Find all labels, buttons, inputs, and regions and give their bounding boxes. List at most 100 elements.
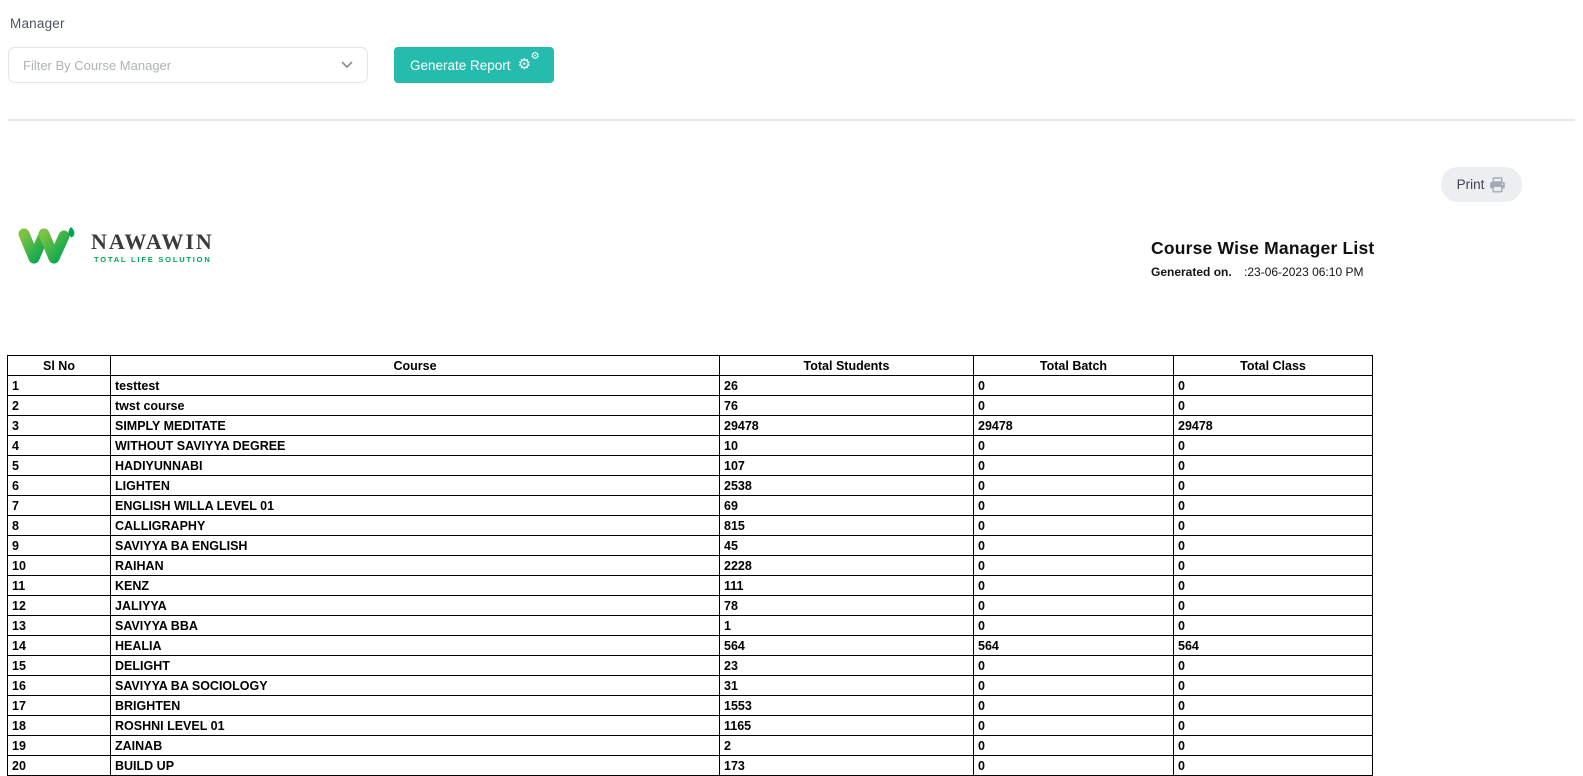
table-cell: CALLIGRAPHY: [111, 516, 720, 536]
nawawin-logo-icon: [17, 224, 81, 268]
table-row: 17BRIGHTEN155300: [8, 696, 1373, 716]
table-cell: 0: [974, 516, 1174, 536]
table-cell: 0: [1174, 696, 1373, 716]
table-cell: 4: [8, 436, 111, 456]
section-divider: [8, 119, 1575, 121]
table-cell: 17: [8, 696, 111, 716]
table-cell: 2: [8, 396, 111, 416]
table-cell: JALIYYA: [111, 596, 720, 616]
table-cell: 564: [720, 636, 974, 656]
table-cell: 173: [720, 756, 974, 776]
table-cell: 15: [8, 656, 111, 676]
table-cell: 2: [720, 736, 974, 756]
table-cell: 13: [8, 616, 111, 636]
table-cell: 0: [1174, 656, 1373, 676]
table-cell: 0: [974, 436, 1174, 456]
table-cell: 0: [974, 476, 1174, 496]
table-cell: LIGHTEN: [111, 476, 720, 496]
table-cell: 0: [974, 756, 1174, 776]
logo-tagline: TOTAL LIFE SOLUTION: [91, 255, 214, 264]
table-row: 20BUILD UP17300: [8, 756, 1373, 776]
table-cell: 3: [8, 416, 111, 436]
column-header-slno: Sl No: [8, 356, 111, 376]
table-row: 9SAVIYYA BA ENGLISH4500: [8, 536, 1373, 556]
table-row: 4WITHOUT SAVIYYA DEGREE1000: [8, 436, 1373, 456]
table-cell: 0: [1174, 616, 1373, 636]
table-cell: 1553: [720, 696, 974, 716]
logo-name: NAWAWIN: [91, 231, 214, 253]
table-header-row: Sl No Course Total Students Total Batch …: [8, 356, 1373, 376]
table-cell: twst course: [111, 396, 720, 416]
table-cell: 2538: [720, 476, 974, 496]
manager-filter-label: Manager: [10, 16, 65, 31]
table-cell: 107: [720, 456, 974, 476]
generated-on-line: Generated on. :23-06-2023 06:10 PM: [1151, 265, 1411, 279]
table-cell: 0: [974, 696, 1174, 716]
table-cell: 12: [8, 596, 111, 616]
table-cell: 7: [8, 496, 111, 516]
table-cell: KENZ: [111, 576, 720, 596]
table-cell: 0: [974, 676, 1174, 696]
table-cell: 11: [8, 576, 111, 596]
table-cell: 0: [974, 496, 1174, 516]
nawawin-logo: NAWAWIN TOTAL LIFE SOLUTION: [17, 224, 214, 268]
table-row: 13SAVIYYA BBA100: [8, 616, 1373, 636]
generate-report-button[interactable]: Generate Report ⚙⚙: [394, 47, 554, 83]
table-cell: 0: [1174, 716, 1373, 736]
table-cell: testtest: [111, 376, 720, 396]
column-header-course: Course: [111, 356, 720, 376]
table-cell: 0: [1174, 396, 1373, 416]
table-cell: 29478: [974, 416, 1174, 436]
table-row: 18ROSHNI LEVEL 01116500: [8, 716, 1373, 736]
table-row: 14HEALIA564564564: [8, 636, 1373, 656]
table-row: 10RAIHAN222800: [8, 556, 1373, 576]
table-cell: 6: [8, 476, 111, 496]
chevron-down-icon: [341, 61, 353, 69]
table-cell: 23: [720, 656, 974, 676]
table-cell: SAVIYYA BA ENGLISH: [111, 536, 720, 556]
table-cell: 0: [974, 396, 1174, 416]
table-cell: 0: [1174, 536, 1373, 556]
table-cell: HADIYUNNABI: [111, 456, 720, 476]
table-row: 6LIGHTEN253800: [8, 476, 1373, 496]
column-header-total-class: Total Class: [1174, 356, 1373, 376]
table-cell: 16: [8, 676, 111, 696]
gears-icon: ⚙⚙: [518, 56, 538, 74]
table-cell: 8: [8, 516, 111, 536]
table-cell: 0: [974, 716, 1174, 736]
table-cell: 0: [974, 556, 1174, 576]
table-cell: BRIGHTEN: [111, 696, 720, 716]
table-row: 8CALLIGRAPHY81500: [8, 516, 1373, 536]
table-row: 16SAVIYYA BA SOCIOLOGY3100: [8, 676, 1373, 696]
table-cell: DELIGHT: [111, 656, 720, 676]
course-manager-select[interactable]: Filter By Course Manager: [8, 47, 368, 83]
generated-on-label: Generated on.: [1151, 265, 1232, 279]
table-cell: BUILD UP: [111, 756, 720, 776]
table-cell: 0: [1174, 676, 1373, 696]
table-row: 1testtest2600: [8, 376, 1373, 396]
table-row: 15DELIGHT2300: [8, 656, 1373, 676]
table-cell: 45: [720, 536, 974, 556]
table-cell: 0: [974, 376, 1174, 396]
print-button[interactable]: Print: [1441, 167, 1522, 202]
table-cell: 76: [720, 396, 974, 416]
course-manager-select-placeholder: Filter By Course Manager: [23, 58, 171, 73]
table-cell: 10: [8, 556, 111, 576]
table-cell: 20: [8, 756, 111, 776]
table-cell: 14: [8, 636, 111, 656]
table-cell: 78: [720, 596, 974, 616]
table-cell: 0: [974, 616, 1174, 636]
table-cell: 19: [8, 736, 111, 756]
table-cell: 10: [720, 436, 974, 456]
table-cell: WITHOUT SAVIYYA DEGREE: [111, 436, 720, 456]
table-cell: 31: [720, 676, 974, 696]
table-cell: SAVIYYA BBA: [111, 616, 720, 636]
report-table: Sl No Course Total Students Total Batch …: [7, 355, 1372, 776]
table-cell: 564: [1174, 636, 1373, 656]
table-cell: 0: [1174, 596, 1373, 616]
table-cell: 0: [974, 576, 1174, 596]
table-cell: HEALIA: [111, 636, 720, 656]
table-cell: 564: [974, 636, 1174, 656]
table-cell: 0: [1174, 376, 1373, 396]
table-cell: 0: [1174, 736, 1373, 756]
